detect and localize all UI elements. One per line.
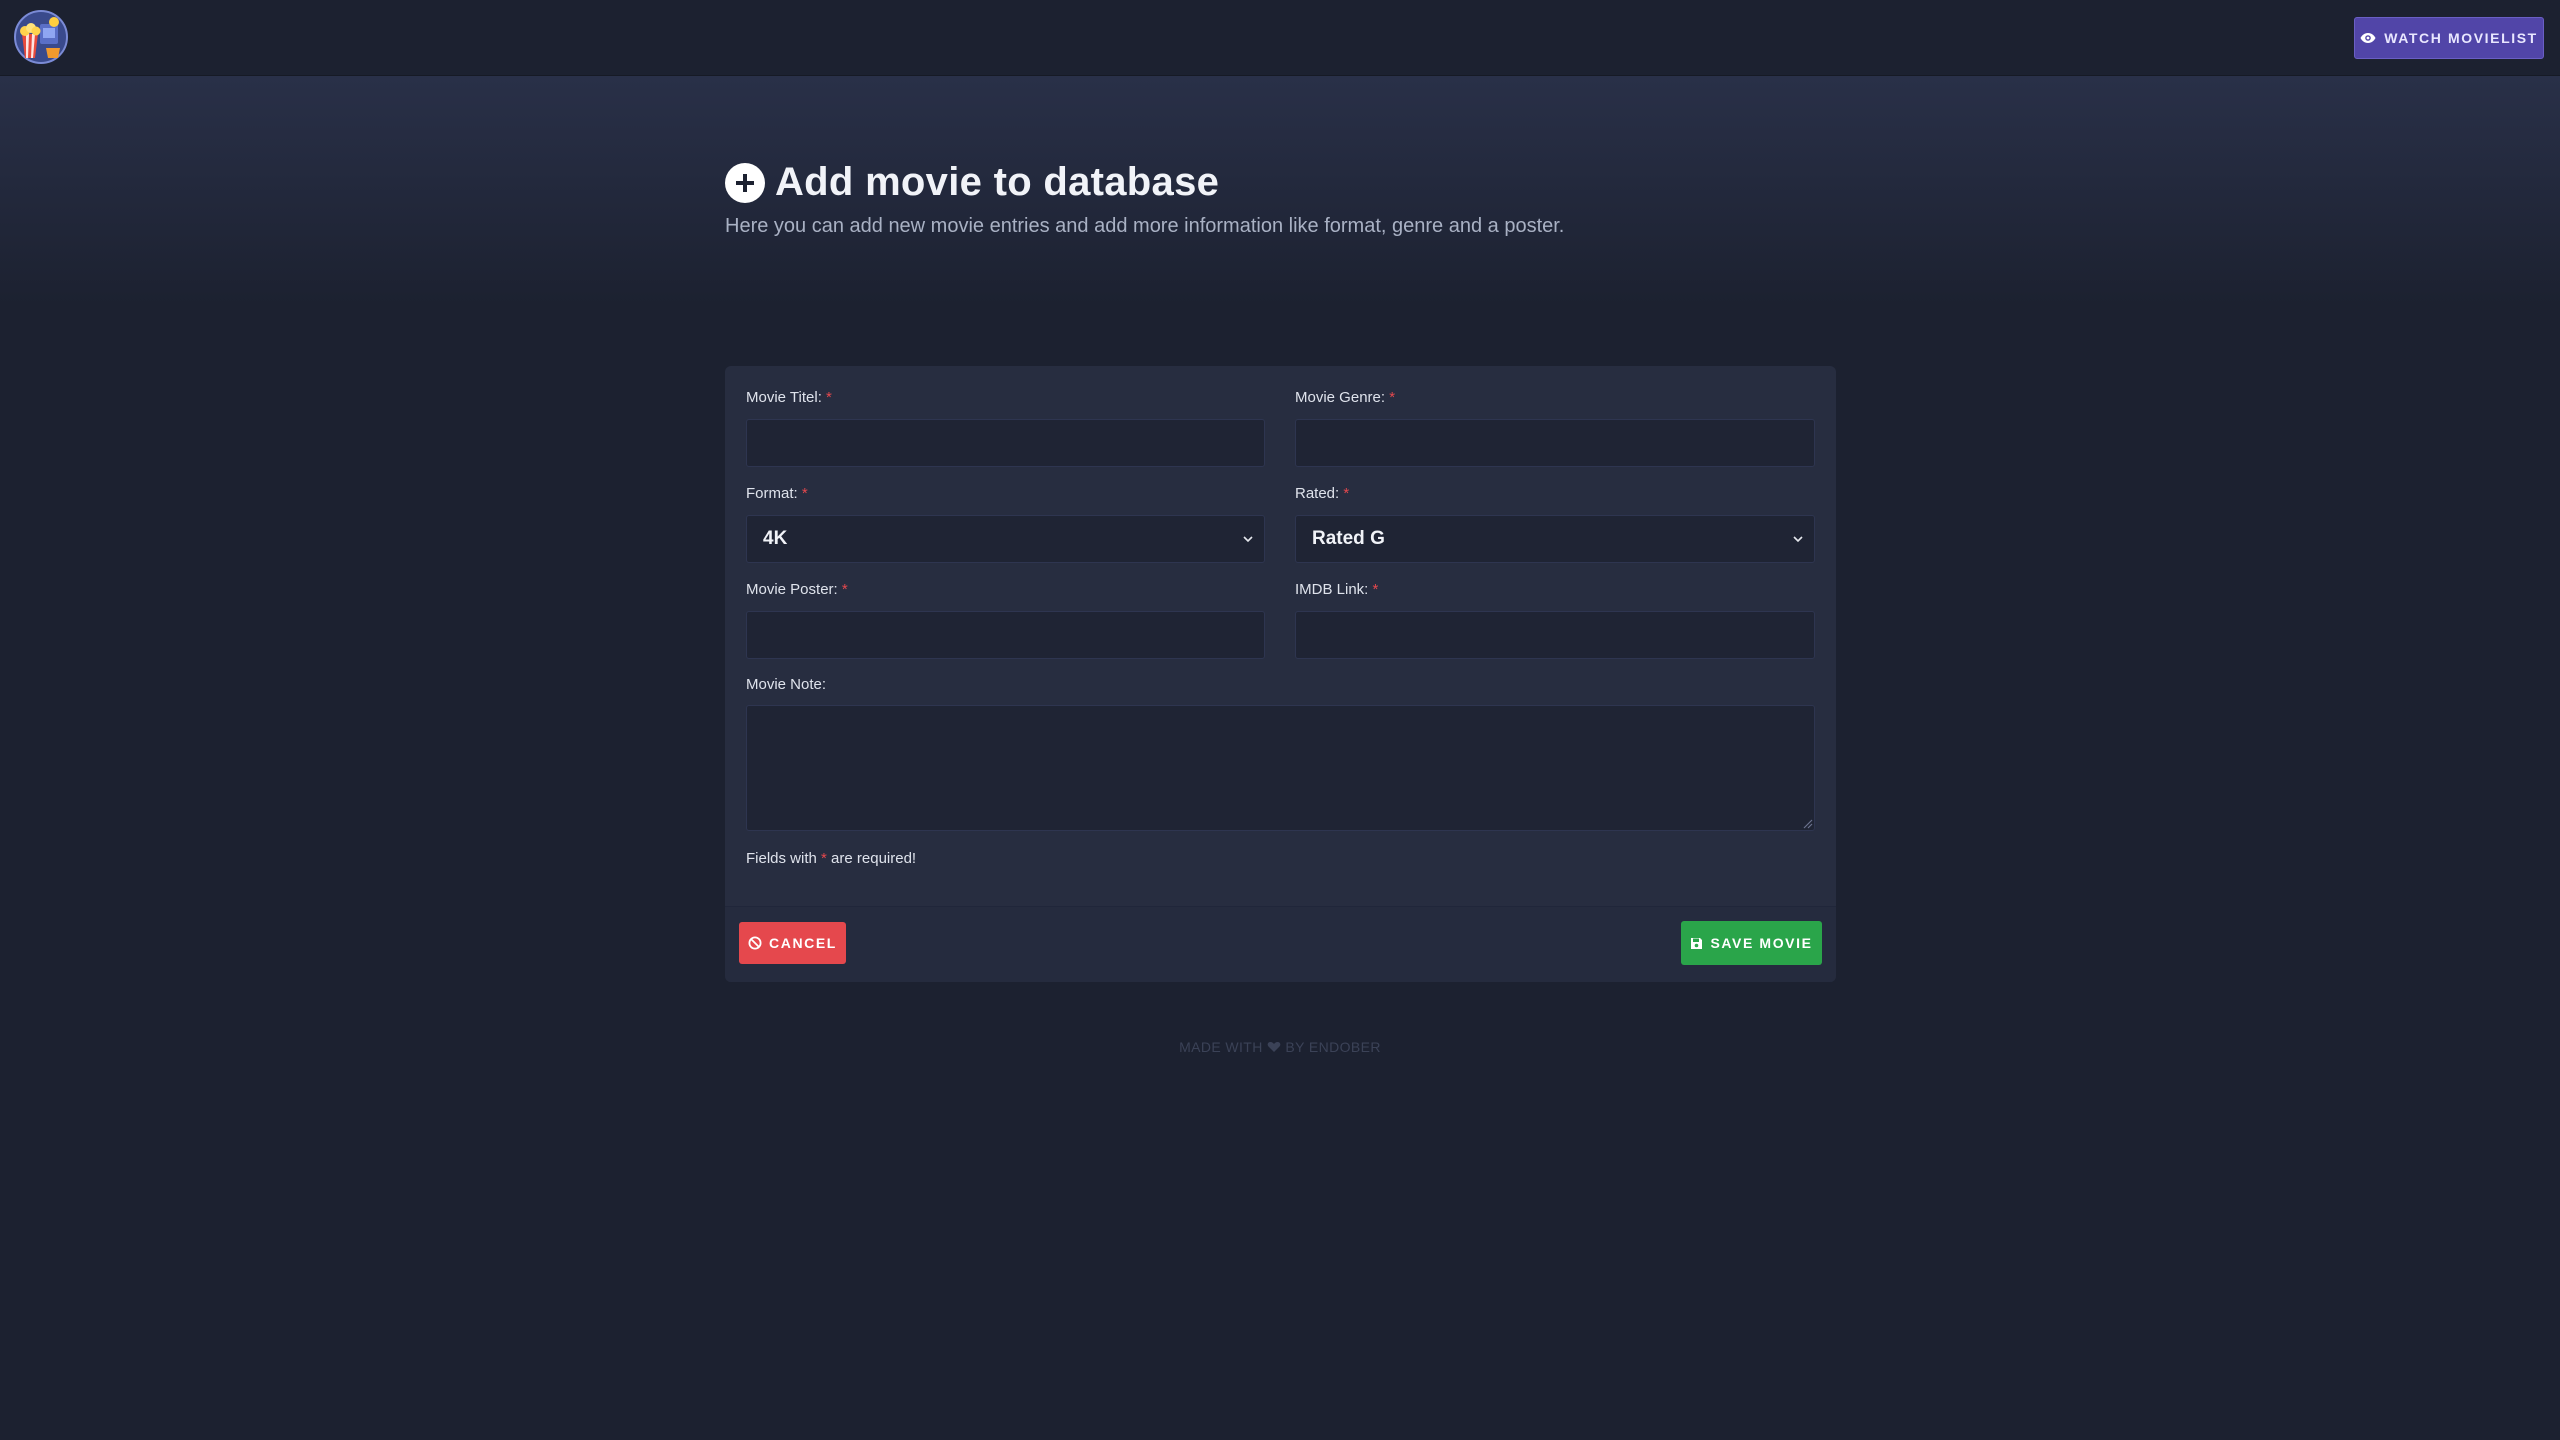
app-logo[interactable] — [14, 10, 68, 64]
add-movie-form-card: Movie Titel: * Movie Genre: * Format: * … — [725, 366, 1836, 982]
footer-made-with: MADE WITH — [1179, 1039, 1263, 1055]
format-select[interactable]: 4K — [746, 515, 1265, 563]
movie-genre-input[interactable] — [1295, 419, 1815, 467]
chevron-down-icon — [1793, 536, 1803, 543]
rated-label: Rated: * — [1295, 485, 1350, 502]
plus-circle-icon — [725, 162, 765, 203]
movie-note-label: Movie Note: — [746, 676, 827, 693]
form-actions-bar — [725, 906, 1836, 982]
required-asterisk: * — [1343, 485, 1350, 502]
required-fields-note: Fields with * are required! — [746, 850, 917, 867]
movie-poster-input[interactable] — [746, 611, 1265, 659]
popcorn-clapper-logo-icon — [14, 10, 68, 64]
imdb-link-label: IMDB Link: * — [1295, 581, 1379, 598]
format-selected-value: 4K — [763, 528, 788, 549]
imdb-link-input[interactable] — [1295, 611, 1815, 659]
required-asterisk: * — [801, 485, 808, 502]
required-asterisk: * — [1372, 581, 1379, 598]
required-asterisk: * — [826, 389, 832, 406]
save-movie-button[interactable]: SAVE MOVIE — [1681, 921, 1822, 965]
cancel-button[interactable]: CANCEL — [739, 922, 846, 964]
movie-note-textarea[interactable] — [746, 705, 1815, 831]
ban-icon — [748, 936, 762, 950]
chevron-down-icon — [1243, 536, 1253, 543]
heart-icon — [1267, 1042, 1281, 1052]
rated-selected-value: Rated G — [1312, 528, 1385, 549]
footer-credit: MADE WITH BY ENDOBER — [0, 1039, 2560, 1055]
rated-select[interactable]: Rated G — [1295, 515, 1815, 563]
hero-header — [0, 76, 2560, 306]
cancel-label: CANCEL — [769, 935, 837, 951]
movie-title-label: Movie Titel: * — [746, 389, 832, 406]
movie-poster-label: Movie Poster: * — [746, 581, 848, 598]
save-movie-label: SAVE MOVIE — [1710, 935, 1813, 951]
required-asterisk: * — [841, 581, 848, 598]
required-asterisk: * — [1389, 389, 1396, 406]
movie-title-input[interactable] — [746, 419, 1265, 467]
page-heading: Add movie to database — [775, 160, 1220, 204]
top-navbar: WATCH MOVIELIST — [0, 0, 2560, 76]
floppy-disk-icon — [1691, 937, 1703, 949]
format-label: Format: * — [746, 485, 808, 502]
movie-genre-label: Movie Genre: * — [1295, 389, 1396, 406]
watch-movielist-button[interactable]: WATCH MOVIELIST — [2354, 17, 2544, 59]
eye-icon — [2360, 33, 2376, 43]
footer-author[interactable]: BY ENDOBER — [1285, 1039, 1381, 1055]
page-title: Add movie to database — [725, 160, 1219, 205]
page-subtitle: Here you can add new movie entries and a… — [725, 215, 1565, 237]
watch-movielist-label: WATCH MOVIELIST — [2384, 30, 2538, 46]
resize-grip-icon[interactable] — [1801, 817, 1813, 829]
